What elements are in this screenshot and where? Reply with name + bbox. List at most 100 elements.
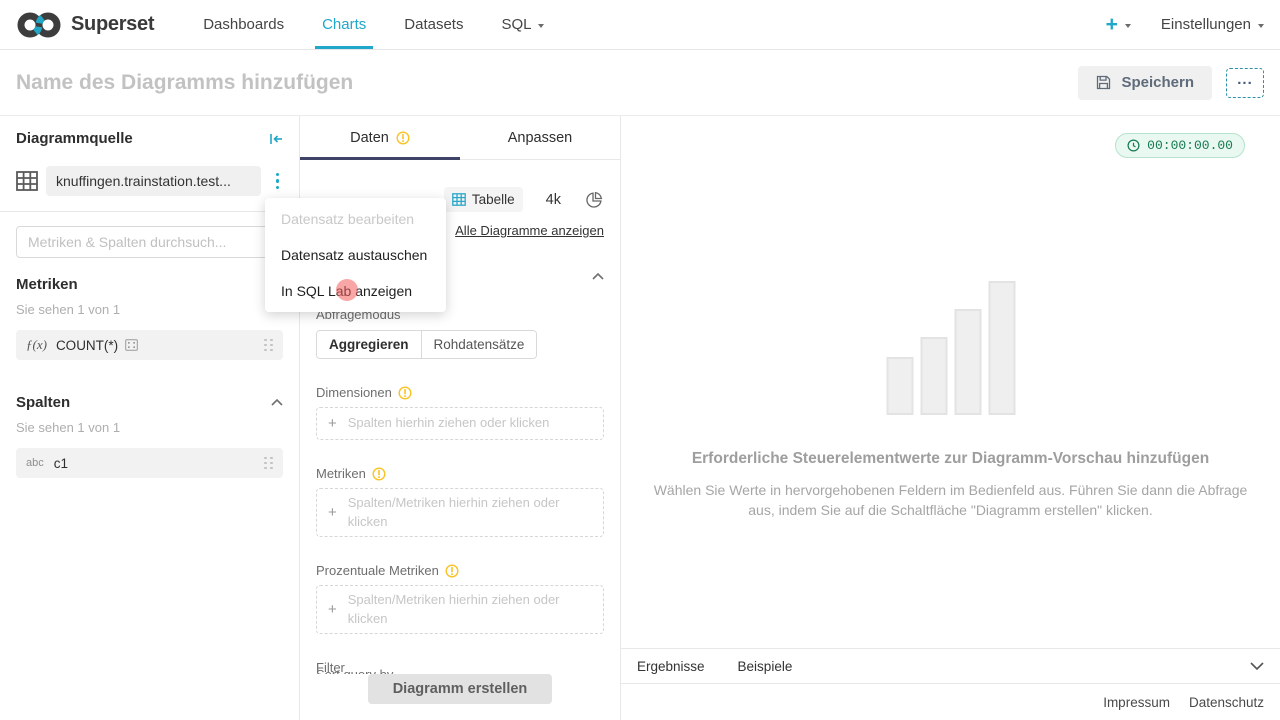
collapse-left-icon — [269, 133, 283, 145]
chevron-up-icon — [271, 399, 283, 406]
metrics-label: Metriken — [316, 466, 604, 481]
tab-customize-label: Anpassen — [508, 130, 573, 146]
nav-sql-label: SQL — [501, 16, 531, 33]
warning-icon — [398, 386, 412, 400]
query-timer-badge: 00:00:00.00 — [1115, 133, 1245, 158]
viz-type-table-label: Tabelle — [472, 192, 515, 207]
page-footer: Impressum Datenschutz — [1103, 684, 1264, 720]
dimensions-dropzone[interactable]: + Spalten hierhin ziehen oder klicken — [316, 407, 604, 440]
nav-right: + Einstellungen — [1106, 0, 1264, 49]
empty-state-body: Wählen Sie Werte in hervorgehobenen Feld… — [646, 480, 1256, 521]
columns-section-title: Spalten — [16, 394, 70, 411]
metric-label: COUNT(*) — [56, 338, 118, 353]
warning-icon — [445, 564, 459, 578]
nav-dashboards[interactable]: Dashboards — [184, 0, 303, 49]
metrics-section-title: Metriken — [16, 276, 78, 293]
table-chart-icon — [452, 193, 466, 206]
placeholder-bar-chart — [886, 281, 1015, 415]
chevron-down-icon — [538, 24, 544, 28]
collapse-results-button[interactable] — [1250, 662, 1264, 670]
top-navbar: Superset Dashboards Charts Datasets SQL … — [0, 0, 1280, 50]
drag-handle[interactable] — [264, 457, 273, 470]
viz-type-big-number[interactable]: 4k — [546, 192, 561, 208]
pie-chart-icon — [584, 190, 604, 210]
tab-results[interactable]: Ergebnisse — [637, 659, 705, 674]
mode-raw-button[interactable]: Rohdatensätze — [422, 331, 537, 358]
footer-link-datenschutz[interactable]: Datenschutz — [1189, 695, 1264, 710]
nav-sql[interactable]: SQL — [482, 0, 563, 49]
viz-type-pie-button[interactable] — [584, 190, 604, 210]
plus-icon: + — [328, 413, 337, 434]
function-icon: ƒ(x) — [26, 337, 47, 353]
menu-item-view-in-sql-lab[interactable]: In SQL Lab anzeigen — [265, 273, 446, 309]
dimensions-label: Dimensionen — [316, 385, 604, 400]
tab-data-label: Daten — [350, 130, 389, 146]
mode-aggregate-button[interactable]: Aggregieren — [317, 331, 422, 358]
metrics-count-text: Sie sehen 1 von 1 — [16, 302, 283, 317]
metrics-dropzone-text: Spalten/Metriken hierhin ziehen oder kli… — [348, 494, 592, 531]
tab-data[interactable]: Daten — [300, 116, 460, 159]
dataset-options-menu: Datensatz bearbeiten Datensatz austausch… — [265, 198, 446, 312]
more-options-button[interactable]: ... — [1226, 68, 1264, 98]
collapse-columns-button[interactable] — [271, 399, 283, 406]
drag-handle[interactable] — [264, 339, 273, 352]
plus-icon: + — [328, 502, 337, 523]
chart-preview-panel: 00:00:00.00 Erforderliche Steuerelementw… — [621, 116, 1280, 720]
dataset-options-button[interactable] — [269, 168, 284, 194]
search-input[interactable] — [16, 226, 283, 258]
dimensions-label-text: Dimensionen — [316, 385, 392, 400]
clock-icon — [1127, 139, 1140, 152]
chart-title-input[interactable]: Name des Diagramms hinzufügen — [16, 71, 353, 95]
warning-icon — [372, 467, 386, 481]
divider — [0, 211, 299, 212]
collapse-panel-button[interactable] — [269, 133, 283, 145]
superset-logo[interactable]: Superset — [16, 0, 154, 49]
query-mode-switch: Aggregieren Rohdatensätze — [316, 330, 537, 359]
percent-metrics-dropzone[interactable]: + Spalten/Metriken hierhin ziehen oder k… — [316, 585, 604, 634]
dataset-selector[interactable]: knuffingen.trainstation.test... — [46, 166, 261, 196]
save-icon — [1096, 75, 1111, 90]
plus-icon: + — [1106, 14, 1118, 35]
chevron-up-icon — [592, 273, 604, 280]
explore-main: Diagrammquelle knuffingen.trainstation.t… — [0, 116, 1280, 720]
datasource-panel-title: Diagrammquelle — [16, 130, 133, 147]
control-tabs: Daten Anpassen — [300, 116, 620, 160]
warning-icon — [396, 131, 410, 145]
metrics-dropzone[interactable]: + Spalten/Metriken hierhin ziehen oder k… — [316, 488, 604, 537]
footer-link-impressum[interactable]: Impressum — [1103, 695, 1170, 710]
view-all-charts-link[interactable]: Alle Diagramme anzeigen — [455, 223, 604, 238]
percent-metrics-label-text: Prozentuale Metriken — [316, 563, 439, 578]
chevron-down-icon — [1125, 24, 1131, 28]
column-chip[interactable]: abc c1 — [16, 448, 283, 478]
datasource-panel: Diagrammquelle knuffingen.trainstation.t… — [0, 116, 300, 720]
chevron-down-icon — [1258, 24, 1264, 28]
settings-label: Einstellungen — [1161, 16, 1251, 33]
results-bar: Ergebnisse Beispiele — [621, 648, 1280, 684]
nav-charts[interactable]: Charts — [303, 0, 385, 49]
percent-metrics-dropzone-text: Spalten/Metriken hierhin ziehen oder kli… — [348, 591, 592, 628]
tab-customize[interactable]: Anpassen — [460, 116, 620, 159]
dimensions-dropzone-text: Spalten hierhin ziehen oder klicken — [348, 414, 550, 432]
create-chart-button[interactable]: Diagramm erstellen — [368, 674, 553, 704]
timer-value: 00:00:00.00 — [1147, 138, 1233, 153]
columns-count-text: Sie sehen 1 von 1 — [16, 420, 283, 435]
save-button[interactable]: Speichern — [1078, 66, 1212, 100]
chevron-down-icon — [1250, 662, 1264, 670]
menu-item-swap-dataset[interactable]: Datensatz austauschen — [265, 237, 446, 273]
header-actions: Speichern ... — [1078, 66, 1264, 100]
collapse-query-button[interactable] — [592, 273, 604, 280]
viz-type-table-chip[interactable]: Tabelle — [444, 187, 523, 212]
calculated-metric-icon — [125, 339, 138, 351]
tab-samples[interactable]: Beispiele — [738, 659, 793, 674]
plus-icon: + — [328, 599, 337, 620]
empty-state-title: Erforderliche Steuerelementwerte zur Dia… — [621, 450, 1280, 468]
nav-datasets[interactable]: Datasets — [385, 0, 482, 49]
column-label: c1 — [54, 456, 68, 471]
new-menu-button[interactable]: + — [1106, 14, 1131, 35]
dataset-grid-icon — [16, 171, 38, 191]
metric-chip[interactable]: ƒ(x) COUNT(*) — [16, 330, 283, 360]
settings-menu[interactable]: Einstellungen — [1161, 16, 1264, 33]
save-label: Speichern — [1121, 74, 1194, 91]
nav-links: Dashboards Charts Datasets SQL — [184, 0, 563, 49]
percent-metrics-label: Prozentuale Metriken — [316, 563, 604, 578]
